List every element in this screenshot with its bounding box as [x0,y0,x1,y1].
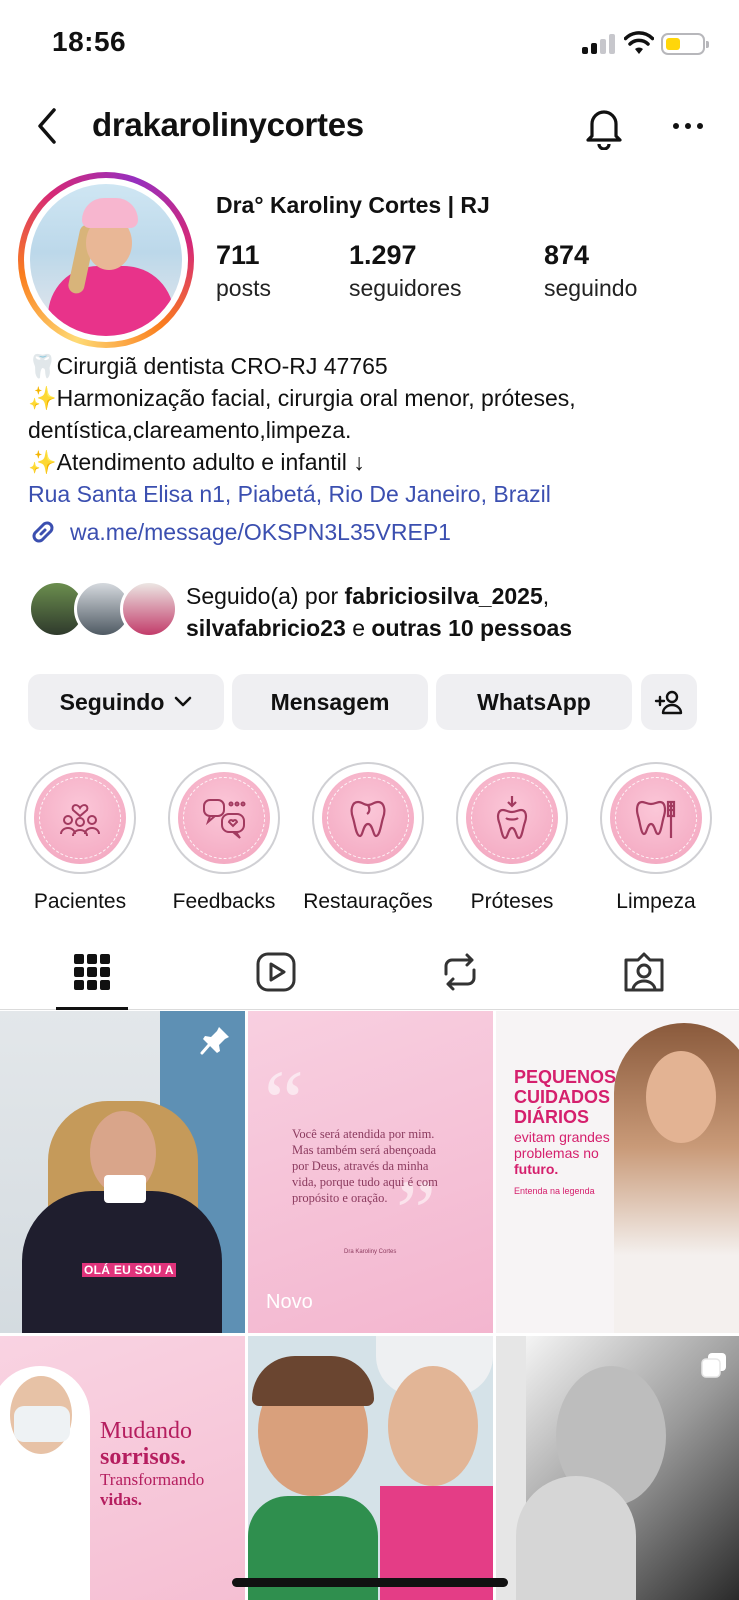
cellular-signal-icon [582,34,618,54]
highlight-pacientes[interactable]: Pacientes [10,762,150,914]
reposts-icon[interactable] [438,950,482,994]
tooth-brush-icon [635,800,676,838]
add-person-icon [654,690,683,715]
link-icon [32,521,54,543]
followed-by[interactable]: Seguido(a) por fabriciosilva_2025, silva… [28,580,728,644]
stat-value: 1.297 [349,240,417,270]
post-thumbnail[interactable]: PEQUENOS CUIDADOS DIÁRIOS evitam grandes… [496,1011,739,1333]
bio-line: dentística,clareamento,limpeza. [28,417,352,443]
profile-tabs [0,938,739,1010]
followed-by-text: Seguido(a) por fabriciosilva_2025, silva… [186,583,573,641]
tagged-icon[interactable] [622,950,666,994]
post-thumbnail[interactable]: OLÁ EU SOU A [0,1011,245,1333]
active-tab-indicator [56,1007,128,1010]
avatar-photo [30,184,182,336]
following-button[interactable]: Seguindo [28,674,224,730]
link-text: wa.me/message/OKSPN3L35VREP1 [70,518,451,545]
stat-value: 874 [544,240,590,270]
following-count[interactable]: 874 seguindo [544,240,637,302]
clock: 18:56 [52,26,127,57]
address-link[interactable]: Rua Santa Elisa n1, Piabetá, Rio De Jane… [28,478,728,510]
posts-grid: OLÁ EU SOU A “ ” Você será atendida por … [0,1011,739,1600]
stat-label: seguidores [349,275,462,301]
post-quote: Você será atendida por mim. Mas também s… [292,1127,438,1205]
bio-line: 🦷Cirurgiã dentista CRO-RJ 47765 [28,353,388,379]
back-arrow-icon[interactable] [30,104,66,148]
status-bar: 18:56 [0,0,739,90]
bio-line: ✨Harmonização facial, cirurgia oral meno… [28,385,576,411]
post-signature: Dra Karoliny Cortes [344,1249,397,1255]
profile-avatar[interactable] [18,172,194,348]
people-heart-icon [60,804,100,837]
followers-count[interactable]: 1.297 seguidores [349,240,462,302]
highlight-label: Restaurações [303,890,433,913]
highlight-label: Pacientes [33,890,127,913]
post-small-text: Entenda na legenda [514,1186,595,1196]
multiple-photos-icon [701,1353,726,1378]
post-headline: PEQUENOS CUIDADOS DIÁRIOS [514,1067,617,1127]
highlight-feedbacks[interactable]: Feedbacks [154,762,294,914]
more-options-icon[interactable] [668,108,708,144]
wifi-icon [624,31,654,54]
profile-bio: 🦷Cirurgiã dentista CRO-RJ 47765 ✨Harmoni… [28,350,728,510]
website-link[interactable]: wa.me/message/OKSPN3L35VREP1 [28,514,451,550]
post-thumbnail[interactable] [248,1336,493,1600]
tooth-icon [350,800,386,838]
highlight-restauracoes[interactable]: Restaurações [298,762,438,914]
post-thumbnail[interactable]: Mudando sorrisos. Transformando vidas. [0,1336,245,1600]
highlight-label: Feedbacks [172,890,276,913]
post-title: Mudando sorrisos. Transformando vidas. [100,1418,205,1509]
stat-label: seguindo [544,275,638,301]
profile-username: drakarolinycortes [92,106,364,143]
reels-icon[interactable] [254,950,298,994]
home-indicator [232,1578,508,1587]
profile-header: drakarolinycortes [0,96,739,156]
tooth-implant-icon [496,796,528,840]
stat-value: 711 [216,240,260,270]
pinned-icon [200,1027,229,1055]
grid-icon[interactable] [70,950,114,994]
following-label: Seguindo [59,688,165,715]
posts-count[interactable]: 711 posts [216,240,271,302]
highlight-label: Próteses [470,890,554,913]
post-thumbnail[interactable] [496,1336,739,1600]
highlight-limpeza[interactable]: Limpeza [586,762,726,914]
bio-line: ✨Atendimento adulto e infantil ↓ [28,449,365,475]
highlight-proteses[interactable]: Próteses [442,762,582,914]
post-thumbnail[interactable]: “ ” Você será atendida por mim. Mas tamb… [248,1011,493,1333]
bell-icon[interactable] [582,102,626,150]
highlight-label: Limpeza [616,890,696,913]
post-subtext: evitam grandes problemas no futuro. [514,1129,610,1177]
battery-icon [661,33,709,55]
new-badge: Novo [266,1291,313,1313]
message-button[interactable]: Mensagem [232,674,428,730]
follower-avatar [120,580,178,638]
display-name: Dra° Karoliny Cortes | RJ [216,192,490,218]
whatsapp-button[interactable]: WhatsApp [436,674,632,730]
chevron-down-icon [175,696,192,707]
post-caption: OLÁ EU SOU A [82,1263,176,1277]
chat-bubbles-icon [203,799,246,839]
stat-label: posts [216,275,271,301]
suggested-users-button[interactable] [641,674,697,730]
